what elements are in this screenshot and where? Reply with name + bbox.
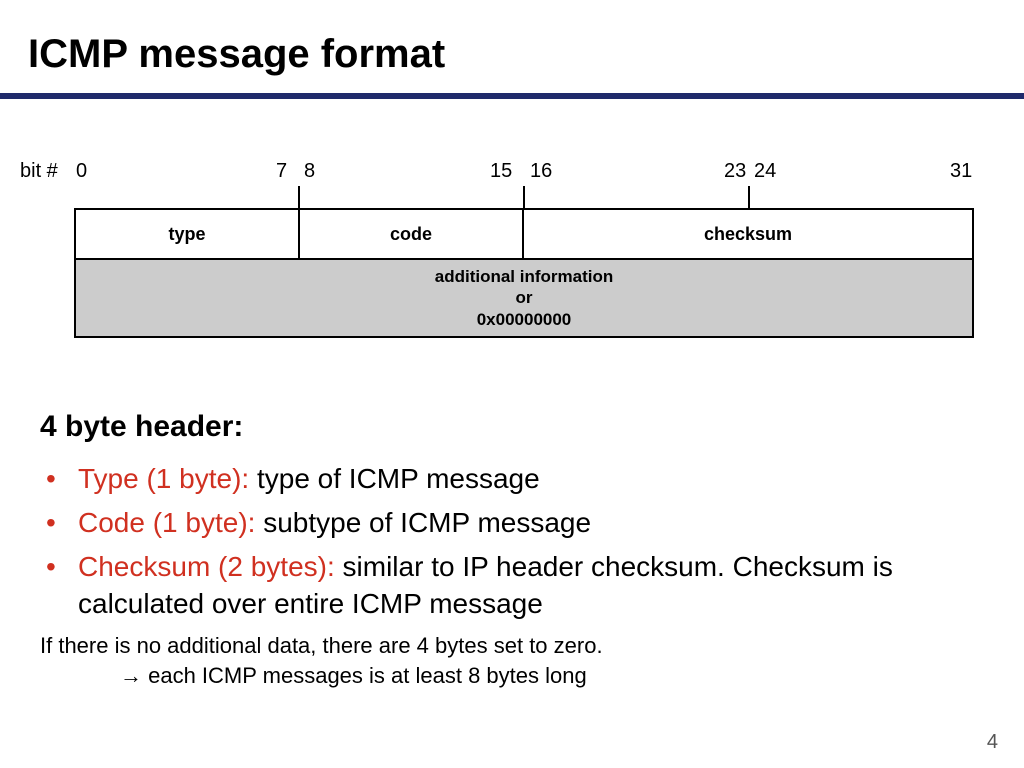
packet-row-header: type code checksum bbox=[76, 210, 972, 258]
bullet-term: Checksum (2 bytes): bbox=[78, 551, 343, 582]
subheading: 4 byte header: bbox=[40, 410, 980, 444]
bullet-list: Type (1 byte): type of ICMP message Code… bbox=[40, 460, 980, 623]
body-text: 4 byte header: Type (1 byte): type of IC… bbox=[40, 410, 980, 691]
bit-label-16: 16 bbox=[530, 160, 552, 183]
field-checksum: checksum bbox=[524, 210, 972, 258]
packet-box: type code checksum additional informatio… bbox=[74, 208, 974, 338]
bit-label-23: 23 bbox=[724, 160, 746, 183]
bullet-code: Code (1 byte): subtype of ICMP message bbox=[44, 504, 980, 542]
bit-label-0: 0 bbox=[76, 160, 87, 183]
tick-7-8 bbox=[298, 186, 300, 208]
bullet-checksum: Checksum (2 bytes): similar to IP header… bbox=[44, 548, 980, 624]
page-number: 4 bbox=[987, 731, 998, 754]
field-code: code bbox=[300, 210, 524, 258]
footnote: If there is no additional data, there ar… bbox=[40, 631, 980, 690]
bullet-desc: type of ICMP message bbox=[257, 463, 540, 494]
bullet-desc: subtype of ICMP message bbox=[263, 507, 591, 538]
bit-label-8: 8 bbox=[304, 160, 315, 183]
additional-line3: 0x00000000 bbox=[477, 309, 572, 330]
bullet-term: Code (1 byte): bbox=[78, 507, 263, 538]
bit-label-31: 31 bbox=[950, 160, 972, 183]
tick-15-16 bbox=[523, 186, 525, 208]
horizontal-rule bbox=[0, 93, 1024, 99]
bit-hash-label: bit # bbox=[20, 160, 58, 183]
bullet-type: Type (1 byte): type of ICMP message bbox=[44, 460, 980, 498]
additional-line1: additional information bbox=[435, 266, 614, 287]
bullet-term: Type (1 byte): bbox=[78, 463, 257, 494]
bit-label-24: 24 bbox=[754, 160, 776, 183]
tick-23-24 bbox=[748, 186, 750, 208]
additional-line2: or bbox=[516, 287, 533, 308]
field-type: type bbox=[76, 210, 300, 258]
packet-row-additional: additional information or 0x00000000 bbox=[76, 258, 972, 336]
note-line1: If there is no additional data, there ar… bbox=[40, 633, 603, 658]
bit-label-7: 7 bbox=[276, 160, 287, 183]
slide-title: ICMP message format bbox=[0, 0, 1024, 93]
slide: ICMP message format bit # 0 7 8 15 16 23… bbox=[0, 0, 1024, 768]
bit-label-15: 15 bbox=[490, 160, 512, 183]
note-line2: → each ICMP messages is at least 8 bytes… bbox=[40, 661, 980, 691]
